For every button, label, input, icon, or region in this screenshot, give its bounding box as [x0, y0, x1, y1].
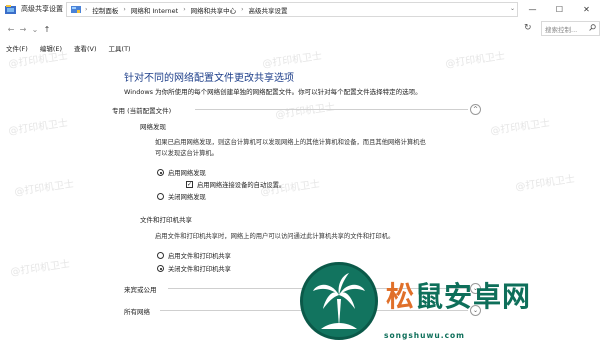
option-label: 启用网络发现: [168, 170, 206, 177]
menu-tools[interactable]: 工具(T): [109, 43, 131, 53]
menu-file[interactable]: 文件(F): [6, 43, 28, 53]
radio-selected-icon[interactable]: [157, 169, 164, 176]
logo-subtitle: songshuwu.com: [384, 331, 465, 340]
close-button[interactable]: ✕: [573, 0, 600, 18]
radio-sharing-on[interactable]: 启用文件和打印机共享: [157, 251, 231, 260]
search-input[interactable]: 搜索控制...: [541, 21, 600, 36]
breadcrumb-separator[interactable]: ›: [241, 6, 243, 13]
watermark: @打印机卫士: [444, 50, 506, 71]
file-printer-sharing-description: 启用文件和打印机共享时，网络上的用户可以访问通过此计算机共享的文件和打印机。: [155, 233, 395, 240]
logo-accent-char: 松: [386, 280, 416, 313]
forward-button[interactable]: →: [17, 22, 29, 36]
breadcrumb-network-sharing-center[interactable]: 网络和共享中心: [191, 5, 237, 15]
chevron-down-icon[interactable]: ⌄: [510, 5, 515, 12]
menu-view[interactable]: 查看(V): [74, 43, 97, 53]
description-line: 可以发现这台计算机。: [155, 149, 218, 157]
file-printer-sharing-heading: 文件和打印机共享: [140, 216, 192, 224]
watermark: @打印机卫士: [9, 258, 71, 279]
description-line: 如果已启用网络发现，则这台计算机可以发现网络上的其他计算机和设备，而且其他网络计…: [155, 139, 426, 146]
breadcrumb-control-panel[interactable]: 控制面板: [92, 5, 118, 15]
network-folder-icon: [5, 4, 16, 14]
watermark: @打印机卫士: [261, 50, 323, 71]
checkmark-icon[interactable]: ✓: [186, 181, 193, 188]
radio-discovery-off[interactable]: 关闭网络发现: [157, 192, 206, 201]
control-panel-icon: [71, 5, 81, 14]
network-discovery-description: 如果已启用网络发现，则这台计算机可以发现网络上的其他计算机和设备，而且其他网络计…: [155, 138, 426, 159]
collapse-private-button[interactable]: ^: [470, 104, 481, 115]
site-logo: 松鼠安卓网 songshuwu.com: [300, 255, 600, 347]
radio-unselected-icon[interactable]: [157, 252, 164, 259]
radio-discovery-on[interactable]: 启用网络发现: [157, 168, 206, 177]
watermark: @打印机卫士: [13, 178, 75, 199]
page-description: Windows 为你所使用的每个网络创建单独的网络配置文件。你可以针对每个配置文…: [124, 88, 422, 96]
radio-sharing-off[interactable]: 关闭文件和打印机共享: [157, 264, 231, 273]
menu-edit[interactable]: 编辑(E): [40, 43, 62, 53]
window-title: 高级共享设置: [21, 5, 63, 13]
breadcrumb-separator: ›: [85, 6, 88, 13]
page-title: 针对不同的网络配置文件更改共享选项: [124, 73, 294, 84]
breadcrumb-separator[interactable]: ›: [123, 6, 125, 13]
up-button[interactable]: ↑: [41, 22, 53, 36]
radio-selected-icon[interactable]: [157, 265, 164, 272]
profile-all-label: 所有网络: [124, 308, 150, 316]
radio-unselected-icon[interactable]: [157, 193, 164, 200]
address-bar[interactable]: › 控制面板 › 网络和 Internet › 网络和共享中心 › 高级共享设置…: [66, 2, 518, 17]
watermark: @打印机卫士: [7, 117, 69, 138]
breadcrumb-network-internet[interactable]: 网络和 Internet: [131, 5, 178, 15]
profile-private-label: 专用 (当前配置文件): [112, 107, 172, 115]
refresh-icon[interactable]: ↻: [524, 23, 532, 33]
minimize-button[interactable]: —: [519, 0, 546, 18]
menu-bar: 文件(F) 编辑(E) 查看(V) 工具(T): [0, 41, 143, 54]
checkbox-auto-setup[interactable]: ✓ 启用网络连接设备的自动设置。: [186, 180, 285, 189]
recent-locations-button[interactable]: ⌄: [29, 22, 41, 36]
palm-tree-icon: [300, 262, 378, 340]
search-placeholder: 搜索控制...: [545, 25, 578, 34]
magnifier-icon: [589, 24, 596, 33]
profile-guest-label: 来宾或公用: [124, 286, 157, 294]
option-label: 启用网络连接设备的自动设置。: [197, 182, 286, 189]
back-button[interactable]: ←: [5, 22, 17, 36]
section-divider: [195, 109, 468, 110]
logo-main-text: 鼠安卓网: [415, 280, 532, 313]
watermark: @打印机卫士: [514, 173, 576, 194]
option-label: 关闭文件和打印机共享: [168, 266, 231, 273]
option-label: 关闭网络发现: [168, 194, 206, 201]
breadcrumb-advanced-sharing[interactable]: 高级共享设置: [249, 5, 288, 15]
maximize-button[interactable]: ☐: [546, 0, 573, 18]
logo-wordmark: 松鼠安卓网: [386, 275, 531, 315]
network-discovery-heading: 网络发现: [140, 123, 166, 131]
watermark: @打印机卫士: [489, 117, 551, 138]
navigation-bar: ← → ⌄ ↑: [0, 19, 600, 39]
breadcrumb-separator[interactable]: ›: [183, 6, 185, 13]
option-label: 启用文件和打印机共享: [168, 253, 231, 260]
